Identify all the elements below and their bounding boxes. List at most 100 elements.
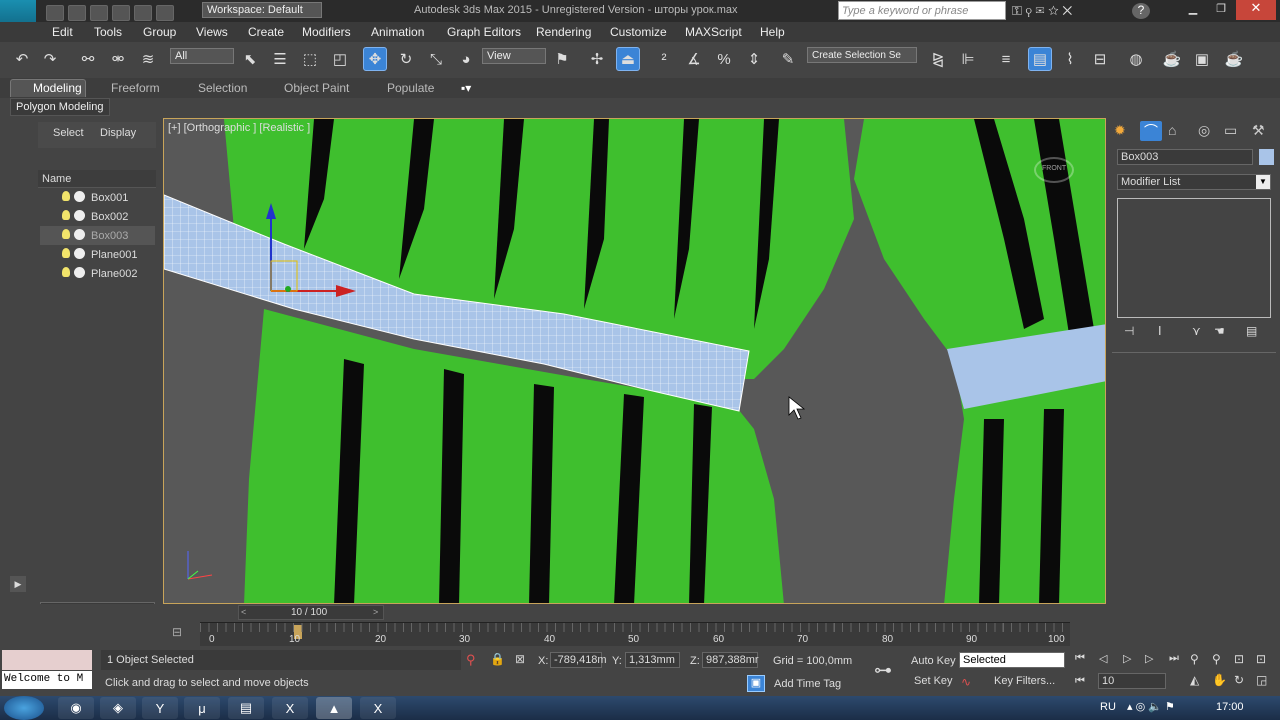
maximize-viewport-icon[interactable]: ◲	[1256, 673, 1267, 687]
clock[interactable]: 17:00	[1216, 701, 1244, 713]
goto-start-icon[interactable]: ⏮	[1075, 652, 1085, 665]
pin-stack-icon[interactable]: ⊣	[1124, 324, 1134, 338]
key-mode-toggle-icon[interactable]: ⏮	[1075, 675, 1085, 688]
isolate-selection-icon[interactable]: ⚲	[466, 652, 476, 668]
show-end-result-icon[interactable]: Ⅰ	[1158, 324, 1162, 338]
visibility-icon[interactable]	[74, 210, 85, 221]
menu-tools[interactable]: Tools	[94, 25, 122, 39]
spinner-snap-icon[interactable]: ⇕	[742, 47, 766, 71]
select-object-icon[interactable]: ⬉	[238, 47, 262, 71]
key-tangent-icon[interactable]: ∿	[961, 675, 971, 689]
maxscript-listener-top[interactable]	[2, 650, 92, 670]
excel-icon[interactable]: X	[272, 697, 308, 719]
undo-icon[interactable]	[112, 5, 130, 21]
reference-coordinate-dropdown[interactable]: View	[482, 48, 546, 64]
hierarchy-tab-icon[interactable]: ⌂	[1168, 122, 1176, 138]
key-icon[interactable]: ⊶	[874, 660, 892, 681]
make-unique-icon[interactable]: ⋎	[1192, 324, 1201, 338]
add-time-tag[interactable]: Add Time Tag	[774, 678, 841, 690]
infocenter-icons[interactable]: ⚿ ⚲ ✉ ☆ ✕	[1012, 3, 1072, 19]
viewcube[interactable]: FRONT	[1034, 157, 1074, 183]
select-manipulate-icon[interactable]: ✢	[585, 47, 609, 71]
zoom-extents-all-icon[interactable]: ⊡	[1256, 652, 1266, 666]
mirror-icon[interactable]: ⧎	[926, 47, 950, 71]
play-icon[interactable]: ▷	[1123, 652, 1131, 665]
list-item[interactable]: Plane002	[40, 264, 155, 283]
utorrent-icon[interactable]: μ	[184, 697, 220, 719]
keyboard-shortcut-toggle-icon[interactable]: ⏏	[616, 47, 640, 71]
new-file-icon[interactable]	[46, 5, 64, 21]
list-item-selected[interactable]: Box003	[40, 226, 155, 245]
select-and-rotate-icon[interactable]: ↻	[394, 47, 418, 71]
key-filters-button[interactable]: Key Filters...	[994, 675, 1055, 687]
redo-icon[interactable]: ↷	[38, 47, 62, 71]
language-indicator[interactable]: RU	[1100, 701, 1116, 713]
tab-object-paint[interactable]: Object Paint	[284, 81, 349, 95]
tab-populate[interactable]: Populate	[387, 81, 434, 95]
visibility-icon[interactable]	[74, 248, 85, 259]
menu-rendering[interactable]: Rendering	[536, 25, 591, 39]
configure-modifier-sets-icon[interactable]: ▤	[1246, 324, 1257, 338]
field-of-view-icon[interactable]: ◭	[1190, 673, 1199, 687]
save-icon[interactable]	[90, 5, 108, 21]
key-mode-dropdown[interactable]: Selected	[959, 652, 1065, 668]
explorer-icon[interactable]: ▤	[228, 697, 264, 719]
3dsmax-taskbar-icon[interactable]: ▲	[316, 697, 352, 719]
light-bulb-icon[interactable]	[62, 191, 70, 201]
rendered-frame-window-icon[interactable]: ▣	[1190, 47, 1214, 71]
menu-create[interactable]: Create	[248, 25, 284, 39]
motion-tab-icon[interactable]: ◎	[1198, 122, 1210, 139]
maximize-icon[interactable]: ❐	[1208, 2, 1234, 19]
close-icon[interactable]: ✕	[1236, 0, 1276, 20]
menu-graph-editors[interactable]: Graph Editors	[447, 25, 521, 39]
undo-icon[interactable]: ↶	[10, 47, 34, 71]
time-prev-icon[interactable]: <	[241, 607, 246, 617]
utilities-tab-icon[interactable]: ⚒	[1252, 122, 1265, 139]
selection-lock-icon[interactable]: 🔒	[490, 652, 505, 666]
visibility-icon[interactable]	[74, 267, 85, 278]
selection-filter-dropdown[interactable]: All	[170, 48, 234, 64]
snaps-toggle-icon[interactable]: ²	[652, 47, 676, 71]
absolute-mode-icon[interactable]: ⊠	[515, 652, 525, 666]
chrome-icon[interactable]: ◉	[58, 697, 94, 719]
select-and-place-icon[interactable]: ◕	[454, 47, 478, 71]
zoom-icon[interactable]: ⚲	[1190, 652, 1199, 666]
remove-modifier-icon[interactable]: ☚	[1214, 324, 1225, 338]
align-icon[interactable]: ⊫	[956, 47, 980, 71]
material-editor-icon[interactable]: ◍	[1124, 47, 1148, 71]
viewport-label[interactable]: [+] [Orthographic ] [Realistic ]	[168, 122, 310, 134]
start-button[interactable]	[4, 696, 44, 720]
redo-icon[interactable]	[134, 5, 152, 21]
next-frame-icon[interactable]: ▷	[1145, 652, 1153, 665]
named-selection-dropdown[interactable]: Create Selection Se	[807, 47, 917, 63]
set-key-button[interactable]: Set Key	[914, 675, 953, 687]
open-file-icon[interactable]	[68, 5, 86, 21]
zoom-extents-icon[interactable]: ⊡	[1234, 652, 1244, 666]
select-and-scale-icon[interactable]: ⤡	[424, 47, 448, 71]
z-coordinate-field[interactable]: 987,388mr	[702, 652, 759, 668]
maxscript-listener-input[interactable]: Welcome to M	[2, 671, 92, 689]
light-bulb-icon[interactable]	[62, 229, 70, 239]
visibility-icon[interactable]	[74, 191, 85, 202]
excel-icon-2[interactable]: X	[360, 697, 396, 719]
pivot-center-icon[interactable]: ⚑	[550, 47, 574, 71]
ribbon-options-icon[interactable]: ▪▾	[461, 81, 471, 95]
bind-spacewarp-icon[interactable]: ≋	[136, 47, 160, 71]
previous-frame-icon[interactable]: ◁	[1099, 652, 1107, 665]
light-bulb-icon[interactable]	[62, 267, 70, 277]
light-bulb-icon[interactable]	[62, 248, 70, 258]
tab-selection[interactable]: Selection	[198, 81, 247, 95]
scene-tab-display[interactable]: Display	[100, 127, 136, 139]
list-item[interactable]: Box002	[40, 207, 155, 226]
modifier-stack[interactable]	[1117, 198, 1271, 318]
time-slider[interactable]: < 10 / 100 >	[238, 605, 384, 620]
menu-views[interactable]: Views	[196, 25, 228, 39]
menu-modifiers[interactable]: Modifiers	[302, 25, 351, 39]
scene-tab-select[interactable]: Select	[53, 127, 84, 139]
angle-snap-icon[interactable]: ∡	[682, 47, 706, 71]
curve-editor-icon[interactable]: ⌇	[1058, 47, 1082, 71]
orbit-icon[interactable]: ↻	[1234, 673, 1244, 687]
menu-animation[interactable]: Animation	[371, 25, 424, 39]
edit-named-selection-icon[interactable]: ✎	[776, 47, 800, 71]
current-frame-field[interactable]: 10	[1098, 673, 1166, 689]
